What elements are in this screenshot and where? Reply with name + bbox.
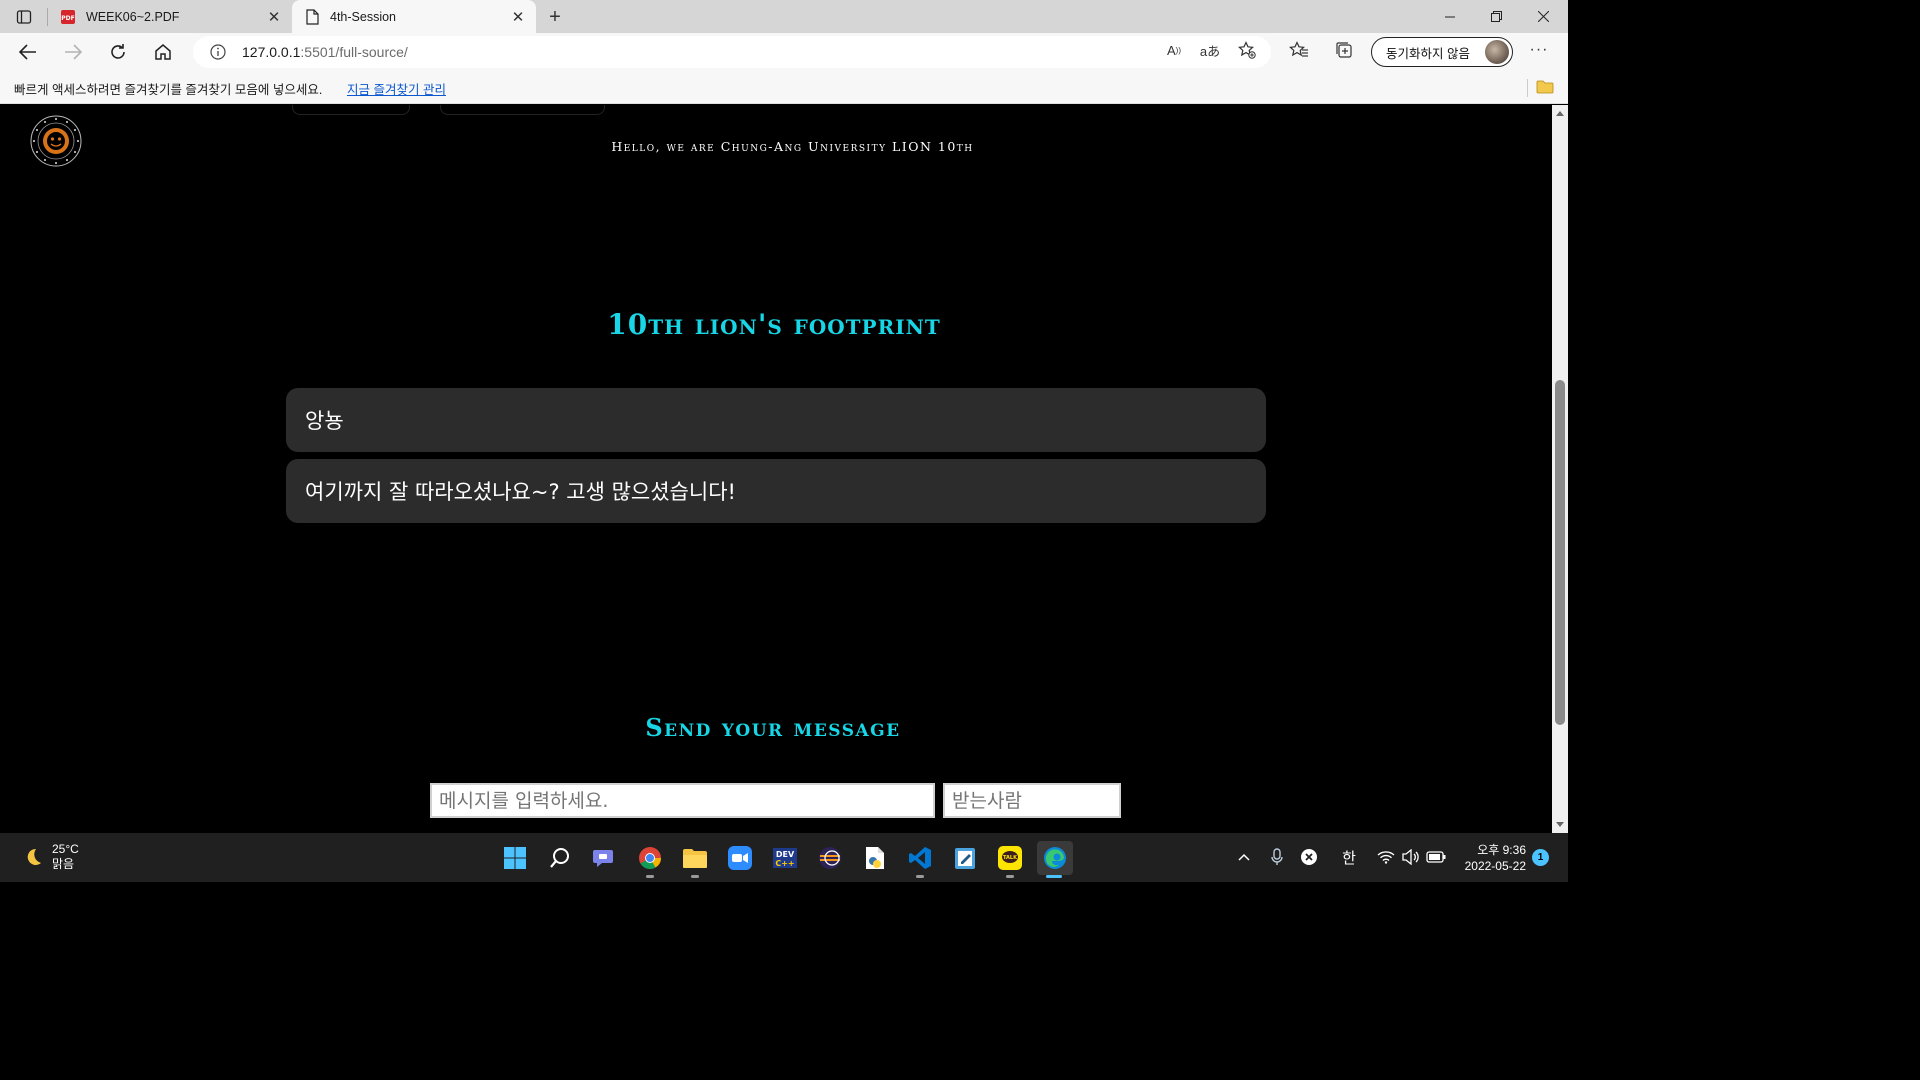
pdf-icon: PDF [60,9,76,25]
ime-indicator[interactable]: 한 [1337,845,1361,869]
edge-icon[interactable] [1037,841,1073,878]
forward-button[interactable] [57,37,89,67]
tab-4th-session[interactable]: 4th-Session ✕ [292,0,536,33]
moon-icon [27,848,41,865]
more-options-icon[interactable]: ··· [1527,39,1551,61]
volume-icon[interactable] [1399,845,1423,869]
svg-text:C++: C++ [775,859,794,868]
page-content: Hello, we are Chung-Ang University LION … [0,105,1552,833]
running-indicator [1006,875,1014,878]
file-explorer-icon[interactable] [678,841,712,878]
search-icon[interactable] [543,841,577,875]
weather-temperature: 25°C [52,842,79,856]
document-icon [304,8,320,25]
svg-text:TALK: TALK [1003,855,1018,861]
kakaotalk-icon[interactable]: TALK [993,841,1027,878]
clock-time: 오후 9:36 [1477,843,1526,857]
page-scrollbar[interactable] [1552,105,1568,833]
url-text[interactable]: 127.0.0.1:5501/full-source/ [242,44,408,60]
weather-widget[interactable]: 25°C 맑음 [22,842,79,872]
tab-actions-icon[interactable] [10,6,38,28]
notification-badge[interactable]: 1 [1532,849,1549,866]
message-input[interactable] [430,783,935,818]
restore-button[interactable] [1473,0,1519,33]
favorites-separator [1527,79,1528,97]
profile-sync-label: 동기화하지 않음 [1386,46,1470,61]
recipient-input[interactable] [943,783,1121,818]
vscode-icon[interactable] [903,841,937,878]
favorites-icon[interactable] [1287,39,1311,61]
show-hidden-icons-icon[interactable] [1232,845,1256,869]
python-file-icon[interactable] [858,841,892,875]
tab-label: WEEK06~2.PDF [86,9,180,24]
svg-text:PDF: PDF [61,15,74,22]
wifi-icon[interactable] [1374,845,1398,869]
browser-nav-bar: 127.0.0.1:5501/full-source/ A)) aあ 동기화하지… [0,33,1568,71]
avatar [1485,40,1509,64]
dev-cpp-icon[interactable]: DEV C++ [768,841,802,875]
refresh-button[interactable] [102,37,134,67]
new-tab-button[interactable]: + [543,5,567,29]
weather-description: 맑음 [52,857,75,871]
nav-pill-partial [292,105,410,115]
translate-icon[interactable]: aあ [1198,39,1222,61]
running-indicator [646,875,654,878]
send-message-section-title: Send your message [645,713,901,742]
eclipse-icon[interactable] [813,841,847,875]
svg-text:DEV: DEV [776,850,795,859]
page-header-greeting: Hello, we are Chung-Ang University LION … [611,139,974,154]
favorites-bar: 빠르게 액세스하려면 즐겨찾기를 즐겨찾기 모음에 넣으세요. 지금 즐겨찾기 … [0,71,1568,104]
profile-button[interactable]: 동기화하지 않음 [1371,37,1513,67]
add-favorite-icon[interactable] [1235,39,1259,61]
url-path: :5501/full-source/ [300,44,408,60]
browser-title-bar: PDF WEEK06~2.PDF ✕ 4th-Session ✕ + [0,0,1568,33]
footprint-section-title: 10th lion's footprint [607,308,941,341]
minimize-button[interactable] [1427,0,1473,33]
url-host: 127.0.0.1 [242,44,301,60]
microphone-icon[interactable] [1265,845,1289,869]
status-close-icon[interactable] [1297,845,1321,869]
address-bar[interactable]: 127.0.0.1:5501/full-source/ [193,36,1271,68]
battery-icon[interactable] [1424,845,1448,869]
active-app-indicator [1046,875,1062,878]
scrollbar-thumb[interactable] [1555,380,1565,725]
close-tab-icon[interactable]: ✕ [506,5,530,29]
message-card: 여기까지 잘 따라오셨나요~? 고생 많으셨습니다! [286,459,1266,523]
manage-favorites-link[interactable]: 지금 즐겨찾기 관리 [347,79,446,98]
tab-label: 4th-Session [330,9,397,24]
back-button[interactable] [12,37,44,67]
home-button[interactable] [147,37,179,67]
chrome-icon[interactable] [633,841,667,878]
notepad-icon[interactable] [948,841,982,875]
windows-taskbar: 25°C 맑음 DEV C++ TALK 한 오후 9:36 2022-05-2… [0,833,1568,882]
read-aloud-icon[interactable]: A)) [1162,39,1186,61]
teams-chat-icon[interactable] [588,841,622,875]
zoom-icon[interactable] [723,841,757,875]
other-favorites-folder-icon[interactable] [1536,79,1554,95]
tab-week06-pdf[interactable]: PDF WEEK06~2.PDF ✕ [48,0,292,33]
running-indicator [691,875,699,878]
site-info-icon[interactable] [208,42,228,62]
message-card: 앙뇽 [286,388,1266,452]
nav-pill-partial [440,105,605,115]
system-clock[interactable]: 오후 9:36 2022-05-22 [1456,842,1526,874]
scroll-up-icon[interactable] [1556,111,1564,116]
collections-icon[interactable] [1332,39,1356,61]
close-tab-icon[interactable]: ✕ [262,5,286,29]
start-icon[interactable] [498,841,532,875]
clock-date: 2022-05-22 [1464,859,1526,873]
close-window-button[interactable] [1520,0,1566,33]
scroll-down-icon[interactable] [1556,822,1564,827]
running-indicator [916,875,924,878]
favorites-bar-message: 빠르게 액세스하려면 즐겨찾기를 즐겨찾기 모음에 넣으세요. [14,83,323,97]
